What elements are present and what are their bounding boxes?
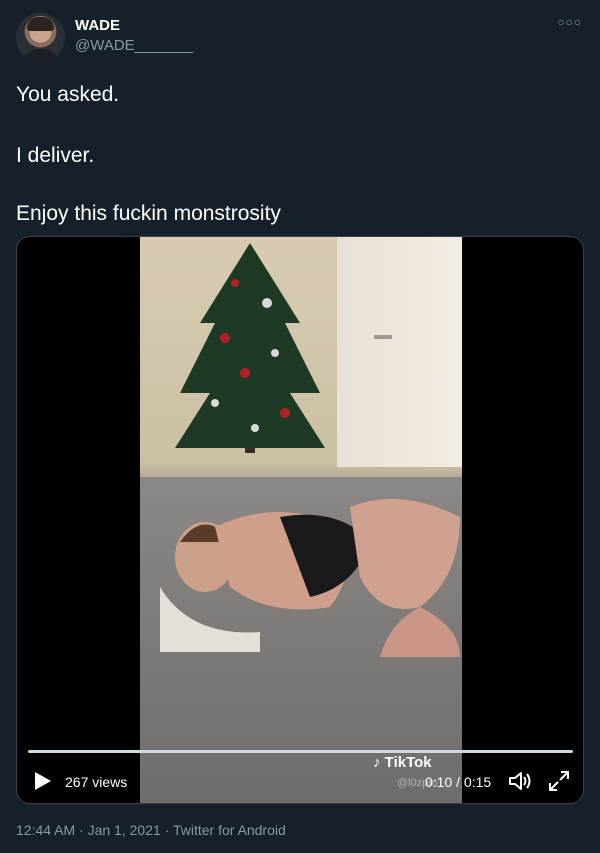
tweet-text-line-1: You asked. [16,83,120,106]
expand-icon[interactable] [548,770,570,792]
tiktok-watermark: ♪ TikTok [373,754,432,771]
christmas-tree-image [175,243,325,453]
ellipsis-icon[interactable]: ○○○ [557,15,582,29]
author-name[interactable]: WADE [75,17,120,34]
person-image [160,487,460,657]
video-frame [140,237,462,803]
door-handle [374,335,392,339]
tiktok-label: TikTok [384,754,432,771]
tweet-timestamp[interactable]: 12:44 AM · Jan 1, 2021 · Twitter for And… [16,822,286,838]
volume-icon[interactable] [508,770,532,792]
progress-bar[interactable] [28,750,573,753]
tiktok-icon: ♪ [373,754,381,771]
author-handle[interactable]: @WADE_______ [75,37,193,54]
video-time: 0:10 / 0:15 [425,774,492,790]
play-icon[interactable] [31,770,53,792]
video-player[interactable]: 267 views ♪ TikTok @l0zpm 0:10 / 0:15 [16,236,584,804]
tweet-header: WADE @WADE_______ ○○○ [16,13,584,63]
avatar[interactable] [16,13,65,62]
view-count: 267 views [65,774,128,790]
tweet-text-line-2: I deliver. [16,144,95,167]
door [337,237,462,467]
tweet-text-line-3: Enjoy this fuckin monstrosity [16,202,281,225]
